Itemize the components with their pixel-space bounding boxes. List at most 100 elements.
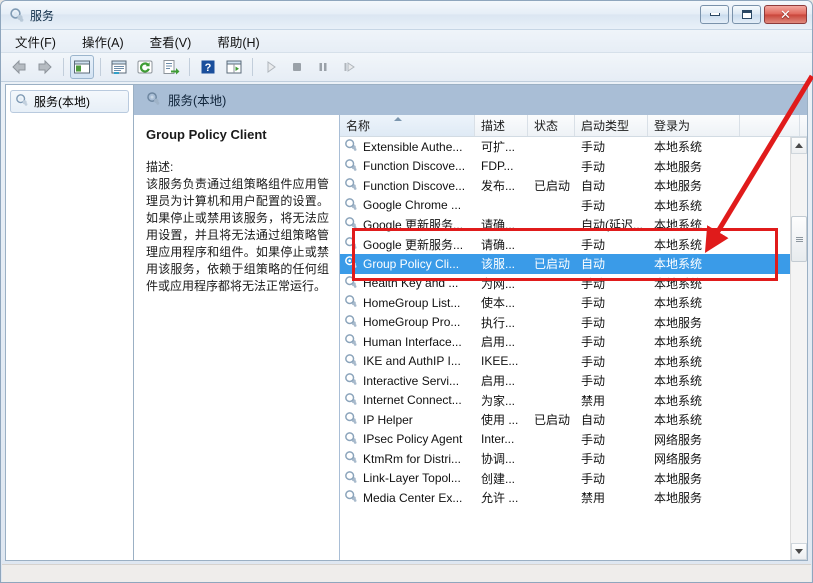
scroll-up-button[interactable]: [791, 137, 807, 154]
table-row[interactable]: Internet Connect... 为家... 禁用 本地系统: [340, 391, 790, 411]
pause-service-icon[interactable]: [311, 55, 335, 79]
service-gear-icon: [344, 353, 358, 370]
cell-startup: 自动: [581, 413, 606, 428]
cell-name: Extensible Authe...: [340, 138, 475, 155]
cell-logon: 本地服务: [654, 471, 703, 486]
table-row[interactable]: IKE and AuthIP I... IKEE... 手动 本地系统: [340, 352, 790, 372]
table-row[interactable]: Google 更新服务... 请确... 手动 本地系统: [340, 235, 790, 255]
toolbar-separator: [100, 58, 101, 76]
service-name-label: Google 更新服务...: [363, 218, 464, 233]
cell-name: Function Discove...: [340, 158, 475, 175]
column-header-0[interactable]: 名称: [340, 115, 475, 136]
table-row[interactable]: IPsec Policy Agent Inter... 手动 网络服务: [340, 430, 790, 450]
tree-node-services-local[interactable]: 服务(本地): [10, 90, 129, 113]
cell-desc: 为家...: [481, 393, 516, 408]
properties-icon[interactable]: [107, 55, 131, 79]
menu-file[interactable]: 文件(F): [13, 30, 58, 53]
help-icon[interactable]: ?: [196, 55, 220, 79]
vertical-scrollbar[interactable]: [790, 137, 807, 560]
export-list-icon[interactable]: [159, 55, 183, 79]
main-body: 服务(本地) 服务(本地) Group Policy Client 描述: 该服…: [2, 81, 811, 564]
scroll-down-button[interactable]: [791, 543, 807, 560]
start-service-icon[interactable]: [259, 55, 283, 79]
window-title: 服务: [30, 9, 55, 23]
services-list: 名称 描述 状态 启动类型 登录为 Extensible Authe... 可扩... 手动…: [339, 115, 807, 560]
column-header-label: 状态: [534, 119, 559, 133]
restart-service-icon[interactable]: [337, 55, 361, 79]
column-header-2[interactable]: 状态: [528, 115, 575, 136]
cell-desc: Inter...: [481, 432, 515, 447]
menu-view[interactable]: 查看(V): [148, 30, 194, 53]
service-gear-icon: [344, 158, 358, 175]
service-name-label: HomeGroup Pro...: [363, 315, 461, 330]
cell-desc: 启用...: [481, 335, 516, 350]
table-row[interactable]: HomeGroup List... 使本... 手动 本地系统: [340, 293, 790, 313]
table-row[interactable]: Google Chrome ... 手动 本地系统: [340, 196, 790, 216]
sort-ascending-icon: [394, 117, 402, 121]
close-button[interactable]: ✕: [764, 5, 807, 24]
cell-logon: 本地系统: [654, 198, 703, 213]
service-gear-icon: [344, 489, 358, 506]
cell-desc: FDP...: [481, 159, 514, 174]
cell-name: Human Interface...: [340, 333, 475, 350]
toolbar: ?: [1, 53, 812, 82]
maximize-button[interactable]: [732, 5, 761, 24]
column-header-4[interactable]: 登录为: [648, 115, 740, 136]
table-row[interactable]: Group Policy Cli... 该服... 已启动 自动 本地系统: [340, 254, 790, 274]
cell-desc: 发布...: [481, 179, 516, 194]
cell-startup: 手动: [581, 471, 606, 486]
new-window-icon[interactable]: [222, 55, 246, 79]
selected-service-title: Group Policy Client: [146, 127, 267, 142]
column-header-5[interactable]: [740, 115, 800, 136]
table-row[interactable]: Function Discove... 发布... 已启动 自动 本地服务: [340, 176, 790, 196]
cell-desc: 为网...: [481, 276, 516, 291]
table-row[interactable]: Human Interface... 启用... 手动 本地系统: [340, 332, 790, 352]
forward-arrow-icon[interactable]: [33, 55, 57, 79]
menu-help[interactable]: 帮助(H): [215, 30, 261, 53]
service-gear-icon: [344, 450, 358, 467]
cell-name: Media Center Ex...: [340, 489, 475, 506]
table-row[interactable]: Interactive Servi... 启用... 手动 本地系统: [340, 371, 790, 391]
back-arrow-icon[interactable]: [7, 55, 31, 79]
services-gear-icon: [9, 7, 25, 23]
cell-logon: 本地系统: [654, 374, 703, 389]
column-header-3[interactable]: 启动类型: [575, 115, 648, 136]
show-hide-tree-icon[interactable]: [70, 55, 94, 79]
table-row[interactable]: HomeGroup Pro... 执行... 手动 本地服务: [340, 313, 790, 333]
minimize-button[interactable]: [700, 5, 729, 24]
service-gear-icon: [344, 314, 358, 331]
services-window: 服务 ✕ 文件(F) 操作(A) 查看(V) 帮助(H) ? 服务(本地) 服务…: [0, 0, 813, 583]
column-header-1[interactable]: 描述: [475, 115, 528, 136]
table-row[interactable]: Function Discove... FDP... 手动 本地服务: [340, 157, 790, 177]
toolbar-separator: [252, 58, 253, 76]
cell-startup: 自动(延迟...: [581, 218, 643, 233]
details-pane: 服务(本地) Group Policy Client 描述: 该服务负责通过组策…: [133, 84, 808, 561]
toolbar-separator: [63, 58, 64, 76]
cell-status: 已启动: [534, 179, 571, 194]
cell-name: Google 更新服务...: [340, 216, 475, 233]
cell-logon: 本地服务: [654, 179, 703, 194]
table-row[interactable]: Extensible Authe... 可扩... 手动 本地系统: [340, 137, 790, 157]
table-row[interactable]: Link-Layer Topol... 创建... 手动 本地服务: [340, 469, 790, 489]
menu-action[interactable]: 操作(A): [80, 30, 126, 53]
cell-startup: 手动: [581, 276, 606, 291]
scrollbar-thumb[interactable]: [791, 216, 807, 262]
cell-desc: 协调...: [481, 452, 516, 467]
table-row[interactable]: IP Helper 使用 ... 已启动 自动 本地系统: [340, 410, 790, 430]
table-row[interactable]: Health Key and ... 为网... 手动 本地系统: [340, 274, 790, 294]
stop-service-icon[interactable]: [285, 55, 309, 79]
table-row[interactable]: Media Center Ex... 允许 ... 禁用 本地服务: [340, 488, 790, 508]
cell-name: KtmRm for Distri...: [340, 450, 475, 467]
service-name-label: IKE and AuthIP I...: [363, 354, 461, 369]
pane-split: Group Policy Client 描述: 该服务负责通过组策略组件应用管理…: [134, 115, 807, 560]
service-name-label: Function Discove...: [363, 178, 466, 193]
column-header-label: 登录为: [654, 119, 691, 133]
table-row[interactable]: Google 更新服务... 请确... 自动(延迟... 本地系统: [340, 215, 790, 235]
cell-name: IP Helper: [340, 411, 475, 428]
tree-node-label: 服务(本地): [34, 95, 90, 109]
refresh-icon[interactable]: [133, 55, 157, 79]
service-gear-icon: [344, 470, 358, 487]
service-name-label: IPsec Policy Agent: [363, 432, 463, 447]
table-row[interactable]: KtmRm for Distri... 协调... 手动 网络服务: [340, 449, 790, 469]
console-tree-pane: 服务(本地): [5, 84, 133, 561]
